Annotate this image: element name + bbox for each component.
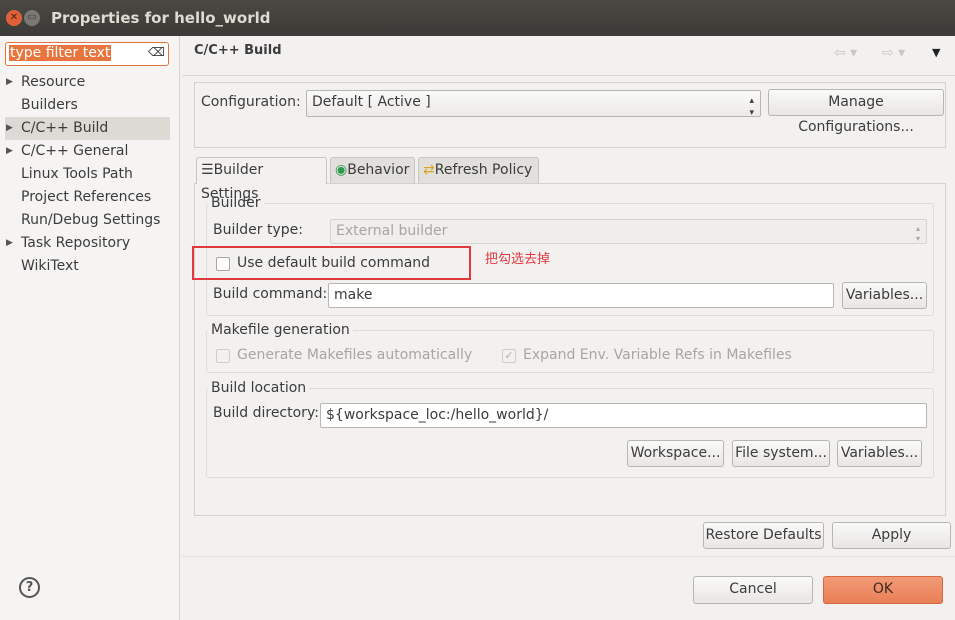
back-icon[interactable]: ⇦ ▾ <box>834 45 857 61</box>
tab-label: Behavior <box>347 162 410 178</box>
build-directory-label: Build directory: <box>213 405 319 421</box>
help-icon[interactable]: ? <box>19 577 40 598</box>
annotation-highlight-box <box>192 246 471 280</box>
builder-variables-button[interactable]: Variables... <box>842 282 927 309</box>
build-command-input[interactable]: make <box>328 283 834 308</box>
filter-text: type filter text <box>9 45 112 61</box>
sidebar-item-label: Linux Tools Path <box>21 166 133 182</box>
manage-configurations-button[interactable]: Manage Configurations... <box>768 89 944 135</box>
window-title: Properties for hello_world <box>51 9 271 27</box>
ok-button[interactable]: OK <box>823 576 943 604</box>
tab-label: Refresh Policy <box>434 162 533 178</box>
workspace-button[interactable]: Workspace... <box>627 440 724 467</box>
sidebar-item-label: WikiText <box>21 258 79 274</box>
sidebar-item-label: Project References <box>21 189 152 205</box>
sidebar-item[interactable]: ▶ Task Repository <box>5 232 170 255</box>
header-divider <box>182 75 955 76</box>
configuration-select[interactable]: Default [ Active ] ▴ ▾ <box>306 90 761 118</box>
tab-refresh-policy[interactable]: ⇄Refresh Policy <box>418 157 539 183</box>
generate-makefiles-label: Generate Makefiles automatically <box>237 347 473 363</box>
sidebar-item-label: Run/Debug Settings <box>21 212 161 228</box>
sidebar-item[interactable]: WikiText <box>5 255 170 278</box>
builder-type-label: Builder type: <box>213 222 303 238</box>
sidebar-item[interactable]: ▶ C/C++ Build <box>5 117 170 140</box>
configuration-label: Configuration: <box>201 94 301 110</box>
radio-target-icon: ◉ <box>335 162 348 178</box>
tab-behavior[interactable]: ◉Behavior <box>330 157 415 183</box>
title-bar: ✕ ▭ Properties for hello_world <box>0 0 955 36</box>
build-location-group-label: Build location <box>208 380 310 396</box>
apply-button[interactable]: Apply <box>832 522 951 549</box>
filter-input[interactable]: type filter text ⌫ <box>5 42 169 66</box>
makefile-group-label: Makefile generation <box>208 322 353 338</box>
footer-divider <box>182 556 955 557</box>
sidebar-item[interactable]: Project References <box>5 186 170 209</box>
sidebar-item-label: Resource <box>21 74 86 90</box>
build-command-label: Build command: <box>213 286 328 302</box>
location-variables-button[interactable]: Variables... <box>837 440 922 467</box>
expand-arrow-icon[interactable]: ▶ <box>6 117 13 140</box>
file-system-button[interactable]: File system... <box>732 440 830 467</box>
expand-arrow-icon[interactable]: ▶ <box>6 140 13 163</box>
expand-arrow-icon[interactable]: ▶ <box>6 232 13 255</box>
builder-type-select[interactable]: External builder ▴ ▾ <box>330 219 927 244</box>
sidebar-item[interactable]: ▶ C/C++ General <box>5 140 170 163</box>
minimize-window-button[interactable]: ▭ <box>24 10 40 26</box>
builder-type-value: External builder <box>336 223 448 239</box>
sidebar-item[interactable]: Linux Tools Path <box>5 163 170 186</box>
expand-arrow-icon[interactable]: ▶ <box>6 71 13 94</box>
close-window-button[interactable]: ✕ <box>6 10 22 26</box>
tab-builder-settings[interactable]: ☰Builder Settings <box>196 157 327 202</box>
expand-env-label: Expand Env. Variable Refs in Makefiles <box>523 347 792 363</box>
updown-icon: ▴ ▾ <box>749 96 754 118</box>
cancel-button[interactable]: Cancel <box>693 576 813 604</box>
restore-defaults-button[interactable]: Restore Defaults <box>703 522 824 549</box>
sidebar-item-label: Builders <box>21 97 78 113</box>
sidebar-item[interactable]: Builders <box>5 94 170 117</box>
forward-icon[interactable]: ⇨ ▾ <box>882 45 905 61</box>
expand-env-checkbox[interactable]: ✓ <box>502 349 516 363</box>
configuration-value: Default [ Active ] <box>312 94 431 110</box>
annotation-text: 把勾选去掉 <box>485 252 551 267</box>
sidebar-item[interactable]: Run/Debug Settings <box>5 209 170 232</box>
refresh-icon: ⇄ <box>423 162 435 178</box>
clear-filter-icon[interactable]: ⌫ <box>148 45 165 59</box>
sidebar-item-label: Task Repository <box>21 235 131 251</box>
generate-makefiles-checkbox[interactable] <box>216 349 230 363</box>
sidebar-item[interactable]: ▶ Resource <box>5 71 170 94</box>
list-icon: ☰ <box>201 162 214 178</box>
menu-chevron-down-icon[interactable]: ▼ <box>932 46 940 59</box>
page-title: C/C++ Build <box>194 43 282 58</box>
build-directory-input[interactable]: ${workspace_loc:/hello_world}/ <box>320 403 927 428</box>
sidebar-item-label: C/C++ General <box>21 143 129 159</box>
sidebar-item-label: C/C++ Build <box>21 120 109 136</box>
updown-icon: ▴ ▾ <box>915 224 920 243</box>
